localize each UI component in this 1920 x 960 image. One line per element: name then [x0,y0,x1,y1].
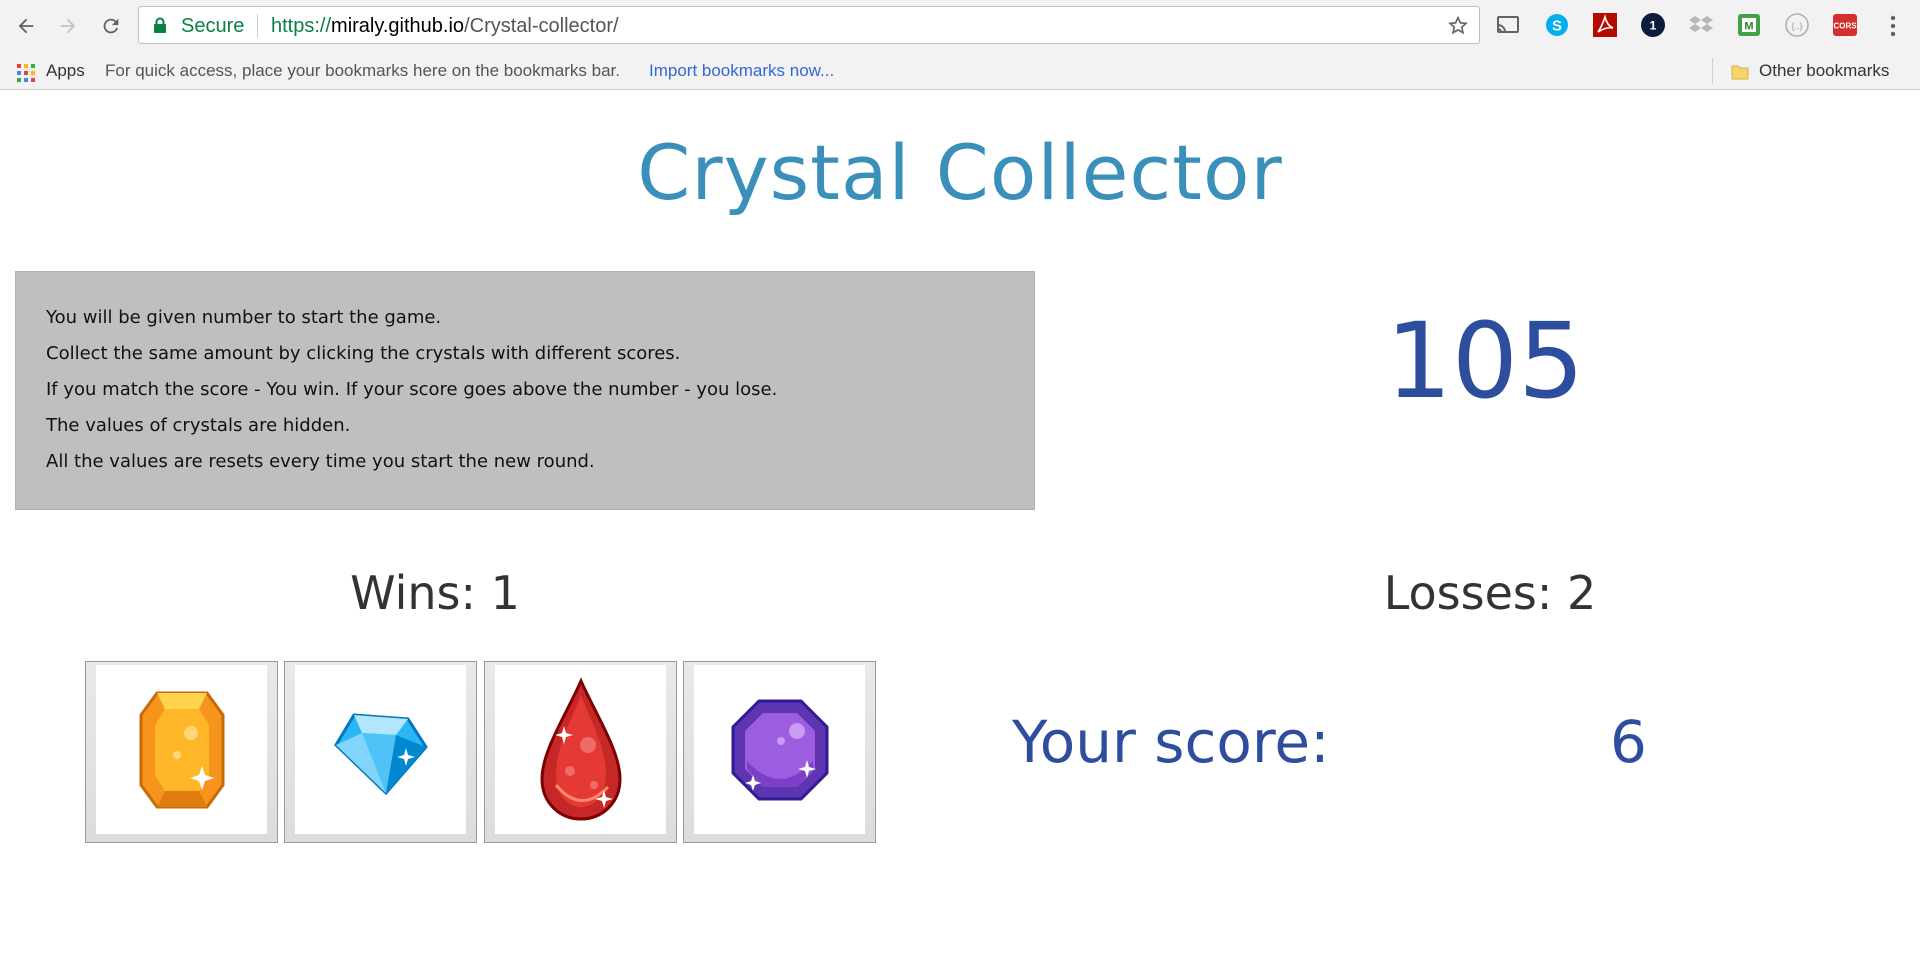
secure-label: Secure [181,15,245,37]
forward-button[interactable] [54,12,82,40]
red-drop-crystal-icon [539,676,622,821]
blue-diamond-button[interactable] [284,661,477,843]
purple-crystal-icon [731,699,828,800]
orange-crystal-icon [139,691,224,808]
purple-crystal-button[interactable] [683,661,876,843]
bookmarks-divider [1712,58,1713,84]
instruction-line: The values of crystals are hidden. [46,415,351,436]
svg-text:CORS: CORS [1833,22,1857,31]
forward-arrow-icon [60,18,76,34]
crystal-tile [295,665,466,834]
browser-toolbar: Secure https://miraly.github.io/Crystal-… [0,0,1920,52]
crystal-tile [96,665,267,834]
url-host: miraly.github.io [331,15,465,37]
lock-icon [154,17,166,33]
svg-text:{..}: {..} [1791,21,1802,31]
reload-icon [103,18,119,34]
bookmark-star-icon[interactable] [1447,15,1469,37]
instruction-line: All the values are resets every time you… [46,451,595,472]
other-bookmarks-button[interactable]: Other bookmarks [1759,61,1889,81]
skype-icon[interactable]: S [1544,12,1570,38]
dropbox-icon[interactable] [1688,12,1714,38]
address-bar[interactable]: Secure https://miraly.github.io/Crystal-… [138,6,1480,44]
red-crystal-button[interactable] [484,661,677,843]
losses-counter: Losses: 2 [1383,566,1597,620]
apps-grid-icon[interactable] [16,63,36,83]
svg-text:1: 1 [1650,19,1657,33]
crystal-tile [694,665,865,834]
import-bookmarks-link[interactable]: Import bookmarks now... [649,61,834,81]
cors-icon[interactable]: CORS [1832,12,1858,38]
svg-text:M: M [1744,21,1753,33]
bookmarks-hint: For quick access, place your bookmarks h… [105,61,620,80]
cast-icon[interactable] [1495,12,1521,38]
acrobat-icon[interactable] [1592,12,1618,38]
reload-button[interactable] [97,12,125,40]
wins-counter: Wins: 1 [350,566,520,620]
back-button[interactable] [12,12,40,40]
instructions-panel: You will be given number to start the ga… [15,271,1035,510]
folder-icon [1731,65,1749,80]
back-arrow-icon [18,18,34,34]
crystal-tile [495,665,666,834]
url-path: /Crystal-collector/ [464,15,619,37]
page-title: Crystal Collector [637,128,1283,217]
url-scheme: https:// [271,15,332,37]
omnibox-divider [257,14,258,38]
score-value: 6 [1610,708,1647,776]
menu-dots-icon[interactable] [1885,12,1901,40]
apps-link[interactable]: Apps [46,61,85,81]
onepassword-icon[interactable]: 1 [1640,12,1666,38]
orange-crystal-button[interactable] [85,661,278,843]
score-label: Your score: [1012,708,1330,776]
svg-text:S: S [1552,18,1562,35]
instruction-line: Collect the same amount by clicking the … [46,343,681,364]
extension-circle-icon[interactable]: {..} [1784,12,1810,38]
instruction-line: If you match the score - You win. If you… [46,379,778,400]
url-text[interactable]: https://miraly.github.io/Crystal-collect… [271,15,619,38]
instruction-line: You will be given number to start the ga… [46,307,442,328]
extension-m-icon[interactable]: M [1736,12,1762,38]
target-number: 105 [1385,300,1585,422]
blue-diamond-icon [333,712,428,795]
bookmarks-bar: Apps For quick access, place your bookma… [0,52,1920,90]
